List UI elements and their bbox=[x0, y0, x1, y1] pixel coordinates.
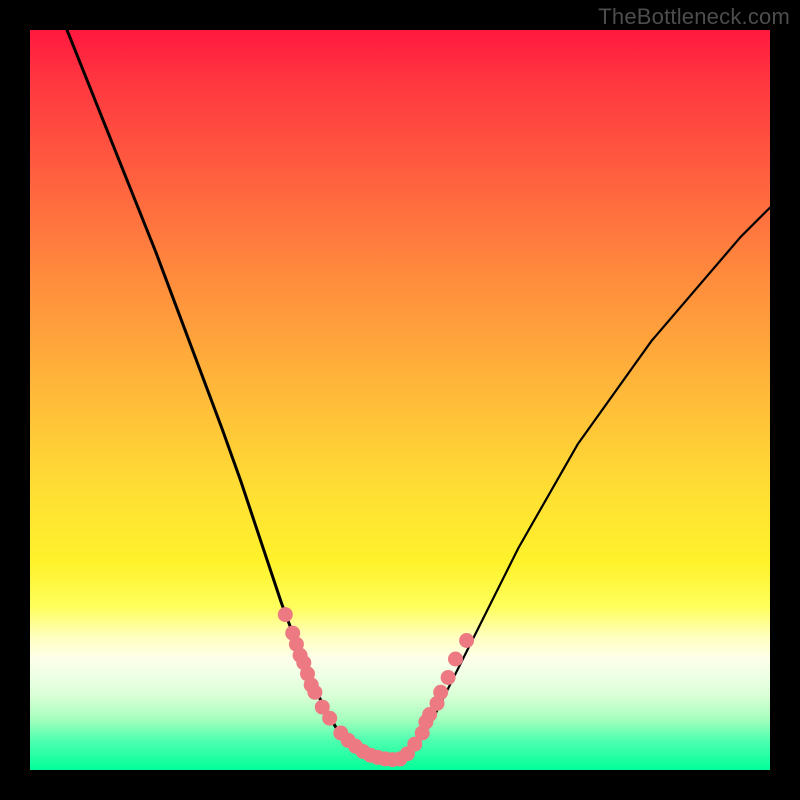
data-point bbox=[433, 685, 448, 700]
curve-segment bbox=[67, 30, 359, 755]
chart-frame: TheBottleneck.com bbox=[0, 0, 800, 800]
curve-segment bbox=[400, 208, 770, 759]
plot-area bbox=[30, 30, 770, 770]
data-point bbox=[441, 670, 456, 685]
data-point bbox=[322, 711, 337, 726]
data-point bbox=[459, 633, 474, 648]
bottleneck-curve bbox=[30, 30, 770, 770]
data-point bbox=[307, 685, 322, 700]
data-point bbox=[448, 652, 463, 667]
watermark-label: TheBottleneck.com bbox=[598, 4, 790, 30]
data-point bbox=[278, 607, 293, 622]
